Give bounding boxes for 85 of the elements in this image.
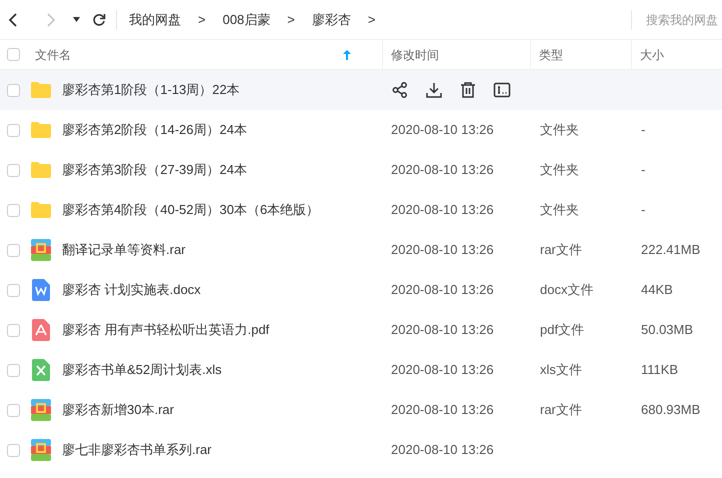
file-name[interactable]: 廖彩杏第1阶段（1-13周）22本 bbox=[62, 80, 240, 100]
sort-arrow-icon[interactable] bbox=[343, 50, 351, 60]
checkbox[interactable] bbox=[7, 364, 20, 376]
file-name[interactable]: 廖七非廖彩杏书单系列.rar bbox=[62, 440, 212, 460]
rename-icon[interactable] bbox=[493, 81, 511, 99]
file-size: 222.41MB bbox=[641, 242, 700, 258]
file-type: rar文件 bbox=[540, 402, 582, 418]
checkbox[interactable] bbox=[7, 204, 20, 216]
archive-file-icon bbox=[31, 399, 51, 421]
file-row[interactable]: 廖彩杏 计划实施表.docx 2020-08-10 13:26 docx文件 44KB bbox=[0, 270, 722, 310]
file-type: docx文件 bbox=[540, 282, 594, 298]
modified-time: 2020-08-10 13:26 bbox=[391, 242, 494, 258]
checkbox[interactable] bbox=[7, 284, 20, 296]
breadcrumb-link[interactable]: 廖彩杏 bbox=[312, 10, 351, 30]
checkbox[interactable] bbox=[7, 404, 20, 416]
breadcrumb-separator: > bbox=[287, 10, 295, 29]
modified-time: 2020-08-10 13:26 bbox=[391, 322, 494, 338]
folder-icon bbox=[30, 201, 52, 219]
caret-icon[interactable] bbox=[73, 17, 80, 22]
column-header[interactable]: 修改时间 bbox=[391, 46, 439, 64]
archive-file-icon bbox=[31, 239, 51, 261]
modified-time: 2020-08-10 13:26 bbox=[391, 362, 494, 378]
file-size: 111KB bbox=[641, 362, 678, 378]
checkbox[interactable] bbox=[7, 324, 20, 336]
refresh-icon[interactable] bbox=[92, 12, 106, 26]
column-header[interactable]: 文件名 bbox=[35, 46, 71, 64]
breadcrumb-link[interactable]: 008启蒙 bbox=[222, 10, 270, 30]
delete-icon[interactable] bbox=[459, 81, 477, 99]
column-header[interactable]: 大小 bbox=[640, 46, 664, 64]
file-type: 文件夹 bbox=[540, 162, 579, 178]
modified-time: 2020-08-10 13:26 bbox=[391, 162, 494, 178]
file-type: 文件夹 bbox=[540, 122, 579, 138]
checkbox[interactable] bbox=[7, 48, 20, 61]
file-row[interactable]: 廖彩杏第3阶段（27-39周）24本 2020-08-10 13:26 文件夹 - bbox=[0, 150, 722, 190]
file-row[interactable]: 廖彩杏 用有声书轻松听出英语力.pdf 2020-08-10 13:26 pdf文件 50.03MB bbox=[0, 310, 722, 350]
checkbox[interactable] bbox=[7, 84, 20, 96]
modified-time: 2020-08-10 13:26 bbox=[391, 122, 494, 138]
file-size: - bbox=[641, 122, 646, 138]
search-field[interactable]: 搜索我的网盘 bbox=[646, 10, 722, 28]
file-size: 50.03MB bbox=[641, 322, 694, 338]
file-size: - bbox=[641, 162, 646, 178]
checkbox[interactable] bbox=[7, 244, 20, 256]
column-header[interactable]: 类型 bbox=[539, 46, 563, 64]
file-name[interactable]: 翻译记录单等资料.rar bbox=[62, 240, 186, 260]
folder-icon bbox=[30, 161, 52, 179]
file-type: pdf文件 bbox=[540, 322, 584, 338]
file-row[interactable]: 廖彩杏第4阶段（40-52周）30本（6本绝版） 2020-08-10 13:26 文件夹 - bbox=[0, 190, 722, 230]
back-icon[interactable] bbox=[7, 12, 19, 28]
file-name[interactable]: 廖彩杏 计划实施表.docx bbox=[62, 280, 201, 300]
modified-time: 2020-08-10 13:26 bbox=[391, 282, 494, 298]
file-size: 680.93MB bbox=[641, 402, 700, 418]
archive-file-icon bbox=[31, 439, 51, 461]
checkbox[interactable] bbox=[7, 444, 20, 456]
file-row[interactable]: 廖彩杏新增30本.rar 2020-08-10 13:26 rar文件 680.93MB bbox=[0, 390, 722, 430]
file-type: 文件夹 bbox=[540, 202, 579, 218]
checkbox[interactable] bbox=[7, 124, 20, 136]
download-icon[interactable] bbox=[425, 81, 443, 99]
document-file-icon bbox=[32, 279, 50, 301]
file-name[interactable]: 廖彩杏第4阶段（40-52周）30本（6本绝版） bbox=[62, 200, 320, 220]
breadcrumb-link[interactable]: 我的网盘 bbox=[129, 10, 181, 30]
file-size: 44KB bbox=[641, 282, 673, 298]
breadcrumb-separator: > bbox=[198, 10, 206, 29]
share-icon[interactable] bbox=[391, 81, 409, 99]
modified-time: 2020-08-10 13:26 bbox=[391, 402, 494, 418]
file-row[interactable]: 廖彩杏第1阶段（1-13周）22本 bbox=[0, 70, 722, 110]
file-row[interactable]: 翻译记录单等资料.rar 2020-08-10 13:26 rar文件 222.41MB bbox=[0, 230, 722, 270]
modified-time: 2020-08-10 13:26 bbox=[391, 202, 494, 218]
file-row[interactable]: 廖彩杏第2阶段（14-26周）24本 2020-08-10 13:26 文件夹 - bbox=[0, 110, 722, 150]
file-name[interactable]: 廖彩杏第3阶段（27-39周）24本 bbox=[62, 160, 247, 180]
file-type: rar文件 bbox=[540, 242, 582, 258]
file-size: - bbox=[641, 202, 646, 218]
file-row[interactable]: 廖七非廖彩杏书单系列.rar 2020-08-10 13:26 bbox=[0, 430, 722, 470]
checkbox[interactable] bbox=[7, 164, 20, 176]
file-type: xls文件 bbox=[540, 362, 582, 378]
file-name[interactable]: 廖彩杏第2阶段（14-26周）24本 bbox=[62, 120, 247, 140]
file-name[interactable]: 廖彩杏 用有声书轻松听出英语力.pdf bbox=[62, 320, 270, 340]
pdf-file-icon bbox=[32, 319, 50, 341]
breadcrumb-separator: > bbox=[368, 10, 376, 29]
folder-icon bbox=[30, 121, 52, 139]
folder-icon bbox=[30, 81, 52, 99]
modified-time: 2020-08-10 13:26 bbox=[391, 442, 494, 458]
file-row[interactable]: 廖彩杏书单&52周计划表.xls 2020-08-10 13:26 xls文件 111KB bbox=[0, 350, 722, 390]
file-name[interactable]: 廖彩杏新增30本.rar bbox=[62, 400, 174, 420]
spreadsheet-file-icon bbox=[32, 359, 50, 381]
file-name[interactable]: 廖彩杏书单&52周计划表.xls bbox=[62, 360, 222, 380]
